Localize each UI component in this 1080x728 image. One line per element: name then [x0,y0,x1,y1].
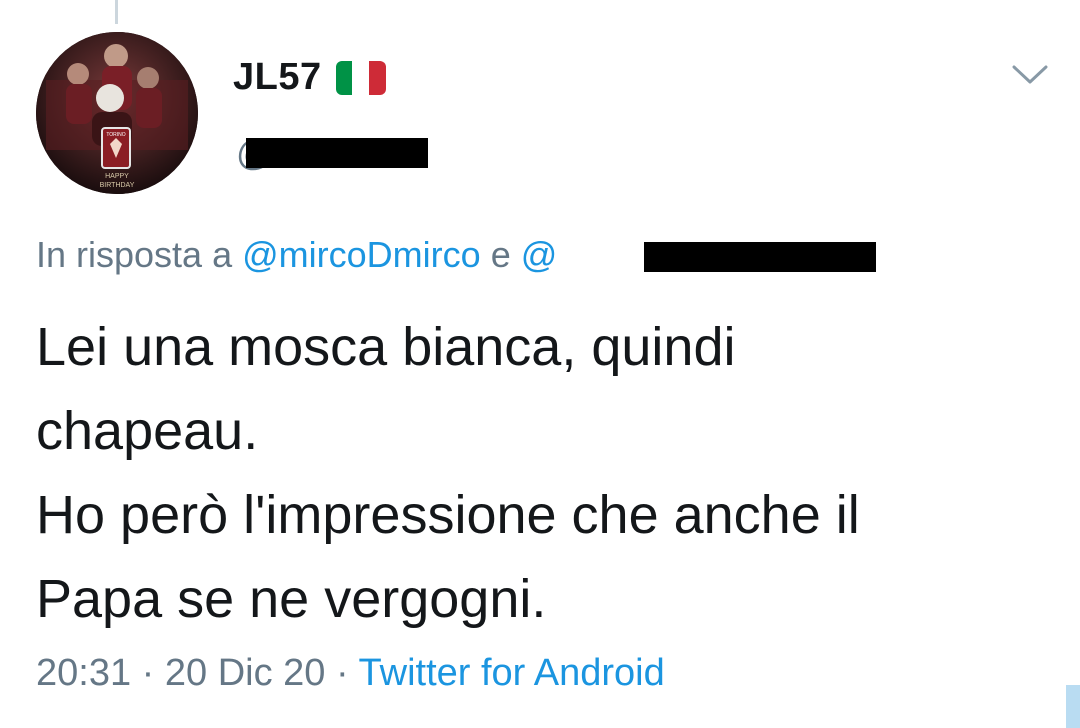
display-name-text: JL57 [233,56,322,98]
reply-conjunction: e [490,234,511,275]
avatar-caption-line2: BIRTHDAY [100,182,135,189]
avatar[interactable]: TORINO HAPPY BIRTHDAY [36,32,198,194]
display-name[interactable]: JL57 [233,56,386,99]
italy-flag-icon [335,60,386,95]
avatar-image: TORINO HAPPY BIRTHDAY [36,32,198,194]
avatar-badge-text: TORINO [106,132,125,138]
tweet-text: Lei una mosca bianca, quindi chapeau. Ho… [36,305,1056,641]
tweet-source-link[interactable]: Twitter for Android [359,652,665,694]
tweet-time[interactable]: 20:31 [36,652,131,694]
meta-separator: · [141,652,155,694]
reply-mention-link-2[interactable]: @ [521,234,558,275]
mention-redaction [644,242,876,272]
tweet-metadata: 20:31 · 20 Dic 20 · Twitter for Android [36,652,665,695]
reply-mention-link[interactable]: @mircoDmirco [242,234,481,275]
tweet-date[interactable]: 20 Dic 20 [165,652,326,694]
meta-separator: · [335,652,349,694]
tweet-text-line: Ho però l'impressione che anche il [36,485,860,545]
tweet-text-line: chapeau. [36,401,259,461]
tweet-text-line: Papa se ne vergogni. [36,569,547,629]
scroll-edge-indicator [1066,685,1080,728]
handle-redaction [246,138,428,168]
avatar-caption-line1: HAPPY [105,173,129,180]
thread-connector-line [115,0,118,24]
chevron-down-icon[interactable] [1010,62,1050,88]
tweet-text-line: Lei una mosca bianca, quindi [36,317,736,377]
reply-prefix: In risposta a [36,234,233,275]
reply-context: In risposta a @mircoDmirco e @ [36,234,557,276]
